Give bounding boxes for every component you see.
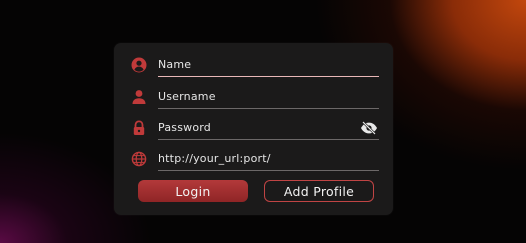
person-icon (132, 90, 146, 104)
app-screen: Name Username Password http://your_url:p… (0, 0, 526, 243)
login-card: Name Username Password http://your_url:p… (114, 43, 393, 215)
add-profile-button[interactable]: Add Profile (264, 180, 374, 202)
password-underline (158, 139, 379, 140)
username-underline (158, 108, 379, 109)
user-circle-icon (131, 57, 147, 73)
password-label: Password (158, 121, 211, 134)
url-underline (158, 170, 379, 171)
login-button[interactable]: Login (138, 180, 248, 202)
lock-icon (133, 120, 145, 135)
name-field[interactable]: Name (131, 55, 379, 77)
username-label: Username (158, 90, 216, 103)
name-label: Name (158, 58, 192, 71)
globe-icon (131, 151, 147, 167)
url-input[interactable]: http://your_url:port/ (158, 152, 271, 165)
password-field[interactable]: Password (131, 118, 379, 140)
eye-off-icon[interactable] (360, 121, 378, 135)
url-field[interactable]: http://your_url:port/ (131, 149, 379, 171)
username-field[interactable]: Username (131, 87, 379, 109)
name-underline (158, 76, 379, 77)
